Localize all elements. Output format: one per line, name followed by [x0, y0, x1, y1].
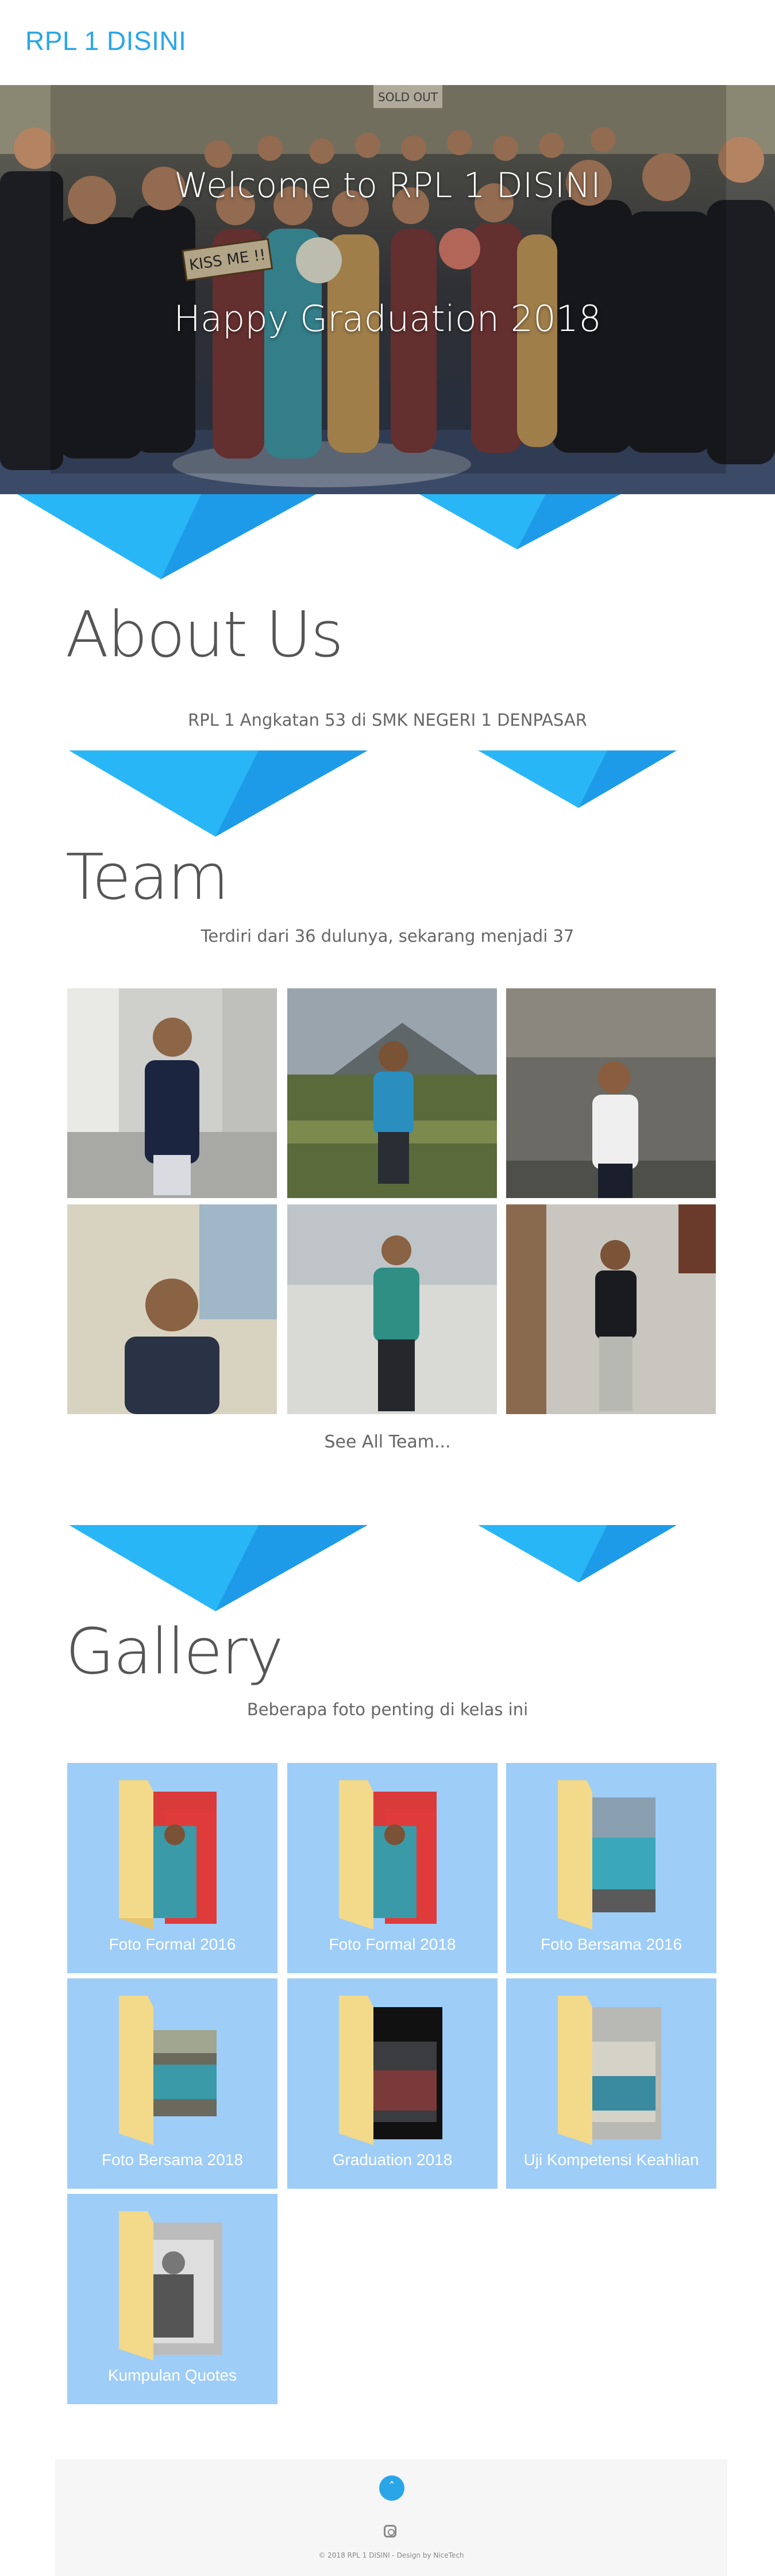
decor-triangle-left [69, 750, 368, 837]
see-all-team-link[interactable]: See All Team... [0, 1432, 775, 1452]
gallery-item-label: Foto Bersama 2016 [541, 1935, 682, 1953]
gallery-title: Gallery [65, 1615, 284, 1688]
team-photo[interactable] [506, 1204, 716, 1414]
hero-overlay [51, 85, 726, 473]
gallery-item-label: Uji Kompetensi Keahlian [523, 2151, 699, 2169]
team-photo[interactable] [287, 988, 497, 1198]
gallery-item-kumpulan-quotes[interactable]: Kumpulan Quotes [67, 2194, 277, 2404]
gallery-item-foto-bersama-2016[interactable]: Foto Bersama 2016 [506, 1763, 716, 1973]
gallery-item-label: Kumpulan Quotes [107, 2366, 237, 2384]
decor-triangle-left [17, 494, 316, 579]
about-title: About Us [65, 598, 344, 671]
gallery-item-foto-formal-2018[interactable]: Foto Formal 2018 [287, 1763, 498, 1973]
hero-title: Welcome to RPL 1 DISINI [174, 165, 601, 206]
gallery-item-label: Foto Formal 2016 [109, 1935, 236, 1953]
decor-triangle-right [419, 494, 620, 549]
team-photo[interactable] [287, 1204, 497, 1414]
gallery-item-label: Foto Formal 2018 [329, 1935, 456, 1953]
footer-copyright: © 2018 RPL 1 DISINI - Design by NiceTech [318, 2551, 464, 2559]
hero-subtitle: Happy Graduation 2018 [173, 298, 602, 340]
chevron-up-icon[interactable]: ˆ [379, 2475, 404, 2501]
gallery-item-foto-formal-2016[interactable]: Foto Formal 2016 [67, 1763, 277, 1973]
hero-banner: KISS ME !! SOLD OUT Welcome to RPL 1 DIS… [0, 85, 775, 494]
gallery-item-label: Foto Bersama 2018 [102, 2151, 243, 2169]
gallery-item-uji-kompetensi[interactable]: Uji Kompetensi Keahlian [506, 1978, 716, 2189]
about-text: RPL 1 Angkatan 53 di SMK NEGERI 1 DENPAS… [188, 710, 587, 730]
gallery-text: Beberapa foto penting di kelas ini [246, 1700, 529, 1719]
gallery-item-graduation-2018[interactable]: Graduation 2018 [287, 1978, 498, 2189]
instagram-icon[interactable] [384, 2525, 396, 2538]
footer: ˆ © 2018 RPL 1 DISINI - Design by NiceTe… [55, 2459, 727, 2576]
decor-triangle-left [69, 1525, 368, 1611]
team-photo[interactable] [67, 1204, 277, 1414]
team-title: Team [65, 840, 229, 914]
team-photo[interactable] [506, 988, 716, 1198]
gallery-item-foto-bersama-2018[interactable]: Foto Bersama 2018 [67, 1978, 277, 2189]
decor-triangle-right [478, 1525, 677, 1582]
brand-link[interactable]: RPL 1 DISINI [25, 25, 186, 56]
team-text: Terdiri dari 36 dulunya, sekarang menjad… [201, 926, 574, 946]
team-photo[interactable] [67, 988, 277, 1198]
top-navbar: RPL 1 DISINI [0, 0, 775, 85]
gallery-item-label: Graduation 2018 [332, 2151, 453, 2169]
decor-triangle-right [478, 750, 677, 808]
